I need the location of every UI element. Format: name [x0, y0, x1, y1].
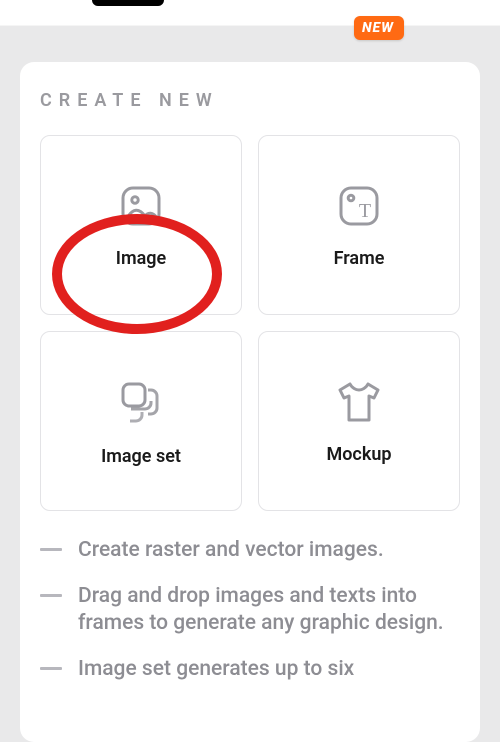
list-item: Create raster and vector images.	[40, 537, 450, 565]
section-title: CREATE NEW	[40, 90, 460, 111]
frame-icon: T	[335, 182, 383, 230]
list-item: Image set generates up to six	[40, 656, 450, 684]
new-badge: NEW	[354, 16, 404, 40]
tshirt-icon	[332, 378, 386, 426]
bullet-dash-icon	[40, 548, 62, 551]
top-bar	[0, 0, 500, 26]
tile-grid: Image T Frame Image set	[40, 135, 460, 511]
tile-mockup[interactable]: Mockup	[258, 331, 460, 511]
create-new-panel: CREATE NEW Image T Frame	[20, 62, 480, 742]
feature-list: Create raster and vector images. Drag an…	[40, 537, 460, 684]
tile-label: Mockup	[327, 444, 392, 465]
list-item: Drag and drop images and texts into fram…	[40, 583, 450, 638]
tile-image-set[interactable]: Image set	[40, 331, 242, 511]
list-item-text: Drag and drop images and texts into fram…	[78, 583, 450, 638]
tile-label: Frame	[334, 248, 385, 269]
tile-label: Image	[116, 248, 166, 269]
svg-text:T: T	[359, 200, 371, 222]
bullet-dash-icon	[40, 667, 62, 670]
tile-frame[interactable]: T Frame	[258, 135, 460, 315]
image-icon	[117, 182, 165, 230]
tile-image[interactable]: Image	[40, 135, 242, 315]
bullet-dash-icon	[40, 594, 62, 597]
top-bar-item	[92, 0, 164, 6]
list-item-text: Image set generates up to six	[78, 656, 354, 684]
tile-label: Image set	[101, 446, 181, 467]
image-set-icon	[115, 376, 167, 428]
list-item-text: Create raster and vector images.	[78, 537, 384, 565]
